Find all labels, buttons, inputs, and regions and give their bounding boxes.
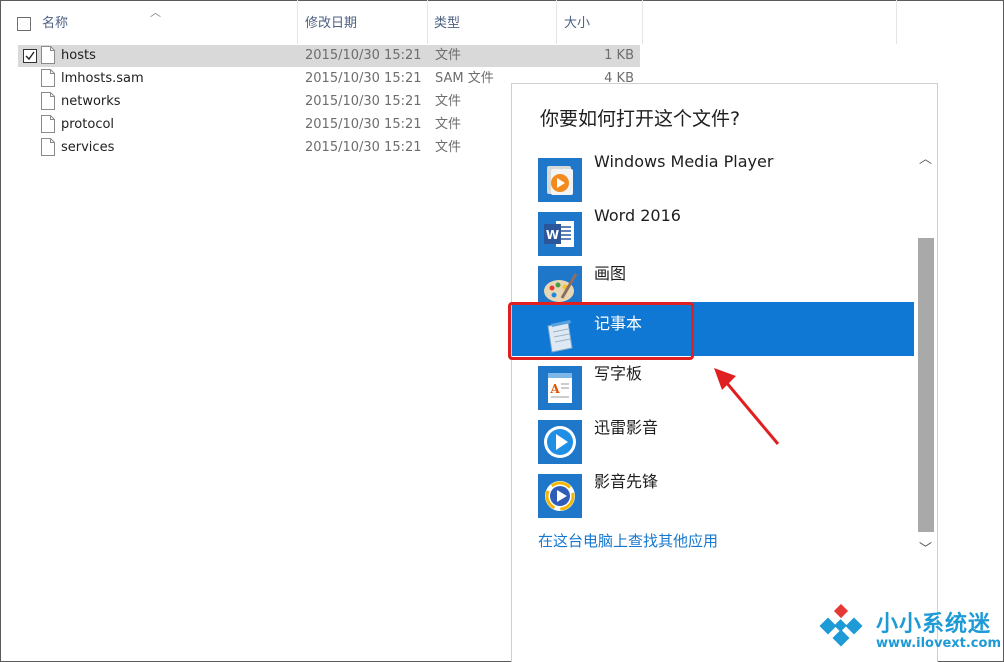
select-all-checkbox[interactable]	[17, 17, 31, 31]
word-icon: W	[538, 212, 582, 256]
file-date: 2015/10/30 15:21	[305, 140, 422, 155]
column-divider[interactable]	[427, 0, 428, 44]
file-date: 2015/10/30 15:21	[305, 48, 422, 63]
app-label: 迅雷影音	[594, 418, 659, 437]
app-label: 影音先锋	[594, 472, 659, 491]
xfplay-icon	[538, 474, 582, 518]
file-type: 文件	[435, 48, 462, 63]
scrollbar-thumb[interactable]	[918, 238, 934, 532]
app-list-scrollbar[interactable]: ︿ ﹀	[915, 148, 936, 572]
file-date: 2015/10/30 15:21	[305, 117, 422, 132]
site-watermark: 小小系统迷 www.ilovext.com	[814, 600, 1004, 662]
watermark-title: 小小系统迷	[876, 612, 992, 637]
column-header: 名称 ︿ 修改日期 类型 大小	[0, 0, 1004, 44]
file-row-hosts[interactable]: hosts 2015/10/30 15:21 文件 1 KB	[18, 45, 640, 67]
sort-ascending-icon: ︿	[150, 6, 161, 19]
dialog-title: 你要如何打开这个文件?	[540, 108, 741, 130]
column-size-header[interactable]: 大小	[564, 0, 590, 44]
annotation-arrow-icon	[714, 368, 780, 445]
file-name: networks	[61, 94, 121, 109]
wordpad-icon: A	[538, 366, 582, 410]
watermark-url: www.ilovext.com	[876, 636, 1001, 651]
app-item-xfplay[interactable]: 影音先锋	[512, 464, 914, 518]
file-icon	[41, 138, 55, 156]
file-date: 2015/10/30 15:21	[305, 71, 422, 86]
file-type: 文件	[435, 117, 462, 132]
file-icon	[41, 69, 55, 87]
svg-text:A: A	[549, 382, 560, 396]
file-name: hosts	[61, 48, 96, 63]
xunlei-player-icon	[538, 420, 582, 464]
app-label: 写字板	[594, 364, 643, 383]
file-icon	[41, 46, 55, 64]
file-size: 1 KB	[604, 48, 634, 63]
column-divider	[896, 0, 897, 44]
file-icon	[41, 92, 55, 110]
file-type: 文件	[435, 94, 462, 109]
file-name: lmhosts.sam	[61, 71, 144, 86]
file-type: 文件	[435, 140, 462, 155]
file-name: protocol	[61, 117, 115, 132]
file-type: SAM 文件	[435, 71, 494, 86]
column-date-header[interactable]: 修改日期	[305, 0, 357, 44]
highlight-annotation-box	[508, 302, 694, 360]
column-divider[interactable]	[556, 0, 557, 44]
file-date: 2015/10/30 15:21	[305, 94, 422, 109]
scroll-down-icon[interactable]: ﹀	[915, 540, 936, 560]
watermark-logo-icon	[819, 604, 863, 647]
app-label: Word 2016	[594, 206, 681, 225]
row-checkbox[interactable]	[23, 49, 37, 63]
column-divider[interactable]	[642, 0, 643, 44]
app-item-windows-media-player[interactable]: Windows Media Player	[512, 148, 914, 202]
column-name-header[interactable]: 名称	[42, 0, 68, 44]
windows-media-player-icon	[538, 158, 582, 202]
app-label: 画图	[594, 264, 627, 283]
app-item-word[interactable]: W Word 2016	[512, 202, 914, 256]
scroll-up-icon[interactable]: ︿	[915, 150, 936, 170]
app-label: Windows Media Player	[594, 152, 774, 171]
column-type-header[interactable]: 类型	[434, 0, 460, 44]
file-icon	[41, 115, 55, 133]
svg-text:W: W	[546, 228, 559, 242]
file-name: services	[61, 140, 115, 155]
find-other-apps-link[interactable]: 在这台电脑上查找其他应用	[538, 530, 718, 551]
column-divider[interactable]	[297, 0, 298, 44]
